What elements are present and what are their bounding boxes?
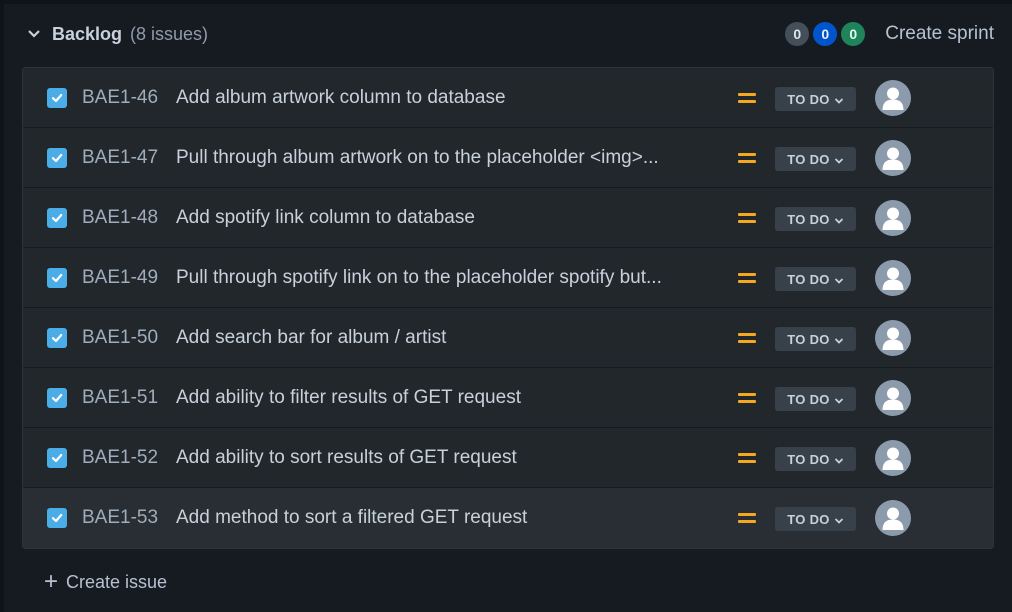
priority-medium-icon <box>736 447 758 469</box>
issue-row[interactable]: BAE1-48 Add spotify link column to databa… <box>23 188 993 248</box>
chevron-down-icon <box>834 334 844 344</box>
todo-count-badge: 0 <box>785 22 810 46</box>
avatar-placeholder-icon[interactable] <box>875 79 911 116</box>
status-label: TO DO <box>787 211 830 227</box>
status-dropdown[interactable]: TO DO <box>775 447 856 471</box>
avatar-placeholder-icon[interactable] <box>875 439 911 476</box>
status-dropdown[interactable]: TO DO <box>775 87 856 111</box>
create-sprint-button[interactable]: Create sprint <box>885 19 994 49</box>
status-label: TO DO <box>787 331 830 347</box>
status-dropdown[interactable]: TO DO <box>775 267 856 291</box>
issue-summary[interactable]: Add search bar for album / artist <box>176 327 728 349</box>
status-label: TO DO <box>787 271 830 287</box>
issue-row[interactable]: BAE1-47 Pull through album artwork on to … <box>23 128 993 188</box>
priority-medium-icon <box>736 207 758 229</box>
issue-summary[interactable]: Add album artwork column to database <box>176 87 728 109</box>
status-label: TO DO <box>787 391 830 407</box>
issue-summary[interactable]: Add ability to filter results of GET req… <box>176 387 728 409</box>
issue-summary[interactable]: Add spotify link column to database <box>176 207 728 229</box>
issue-key[interactable]: BAE1-49 <box>82 267 158 289</box>
avatar-placeholder-icon[interactable] <box>875 139 911 176</box>
avatar-placeholder-icon[interactable] <box>875 319 911 356</box>
issue-list: BAE1-46 Add album artwork column to datab… <box>22 67 994 549</box>
create-issue-button[interactable]: + Create issue <box>44 570 167 594</box>
done-count-badge: 0 <box>841 22 866 46</box>
issue-key[interactable]: BAE1-53 <box>82 507 158 529</box>
issue-key[interactable]: BAE1-46 <box>82 87 158 109</box>
checkbox-task-icon <box>47 447 67 468</box>
issue-summary[interactable]: Add ability to sort results of GET reque… <box>176 447 728 469</box>
checkbox-task-icon <box>47 267 67 288</box>
status-label: TO DO <box>787 151 830 167</box>
chevron-down-icon <box>834 154 844 164</box>
priority-medium-icon <box>736 327 758 349</box>
in-progress-count-badge: 0 <box>813 22 838 46</box>
issue-summary[interactable]: Pull through spotify link on to the plac… <box>176 267 728 289</box>
avatar-placeholder-icon[interactable] <box>875 199 911 236</box>
issue-row[interactable]: BAE1-52 Add ability to sort results of GE… <box>23 428 993 488</box>
checkbox-task-icon <box>47 327 67 348</box>
issue-row[interactable]: BAE1-46 Add album artwork column to datab… <box>23 68 993 128</box>
chevron-down-icon <box>834 454 844 464</box>
priority-medium-icon <box>736 387 758 409</box>
checkbox-task-icon <box>47 207 67 228</box>
create-issue-label: Create issue <box>66 571 168 592</box>
chevron-down-icon <box>834 274 844 284</box>
chevron-down-icon <box>834 514 844 524</box>
chevron-down-icon <box>834 94 844 104</box>
checkbox-task-icon <box>47 508 67 528</box>
issue-key[interactable]: BAE1-50 <box>82 327 158 349</box>
avatar-placeholder-icon[interactable] <box>875 259 911 296</box>
status-dropdown[interactable]: TO DO <box>775 387 856 411</box>
issue-key[interactable]: BAE1-48 <box>82 207 158 229</box>
status-label: TO DO <box>787 91 830 107</box>
checkbox-task-icon <box>47 147 67 168</box>
checkbox-task-icon <box>47 387 67 408</box>
avatar-placeholder-icon[interactable] <box>875 379 911 416</box>
status-dropdown[interactable]: TO DO <box>775 147 856 171</box>
chevron-down-icon[interactable] <box>22 22 46 46</box>
backlog-section: Backlog (8 issues) 0 0 0 Create sprint B… <box>0 0 1012 612</box>
issue-row[interactable]: BAE1-49 Pull through spotify link on to t… <box>23 248 993 308</box>
chevron-down-icon <box>834 214 844 224</box>
issue-key[interactable]: BAE1-52 <box>82 447 158 469</box>
priority-medium-icon <box>736 267 758 289</box>
status-dropdown[interactable]: TO DO <box>775 327 856 351</box>
backlog-issue-count: (8 issues) <box>130 23 209 44</box>
issue-key[interactable]: BAE1-51 <box>82 387 158 409</box>
issue-row[interactable]: BAE1-53 Add method to sort a filtered GET… <box>23 488 993 548</box>
issue-summary[interactable]: Pull through album artwork on to the pla… <box>176 147 728 169</box>
plus-icon: + <box>44 568 59 595</box>
priority-medium-icon <box>736 87 758 109</box>
priority-medium-icon <box>736 507 758 529</box>
status-label: TO DO <box>787 511 830 527</box>
status-dropdown[interactable]: TO DO <box>775 507 856 531</box>
status-dropdown[interactable]: TO DO <box>775 207 856 231</box>
status-label: TO DO <box>787 451 830 467</box>
chevron-down-icon <box>834 394 844 404</box>
issue-row[interactable]: BAE1-51 Add ability to filter results of … <box>23 368 993 428</box>
issue-key[interactable]: BAE1-47 <box>82 147 158 169</box>
issue-row[interactable]: BAE1-50 Add search bar for album / artist… <box>23 308 993 368</box>
issue-summary[interactable]: Add method to sort a filtered GET reques… <box>176 507 728 529</box>
backlog-header[interactable]: Backlog (8 issues) 0 0 0 Create sprint <box>22 14 994 54</box>
backlog-title: Backlog <box>52 23 123 44</box>
priority-medium-icon <box>736 147 758 169</box>
avatar-placeholder-icon[interactable] <box>875 500 911 536</box>
checkbox-task-icon <box>47 87 67 108</box>
